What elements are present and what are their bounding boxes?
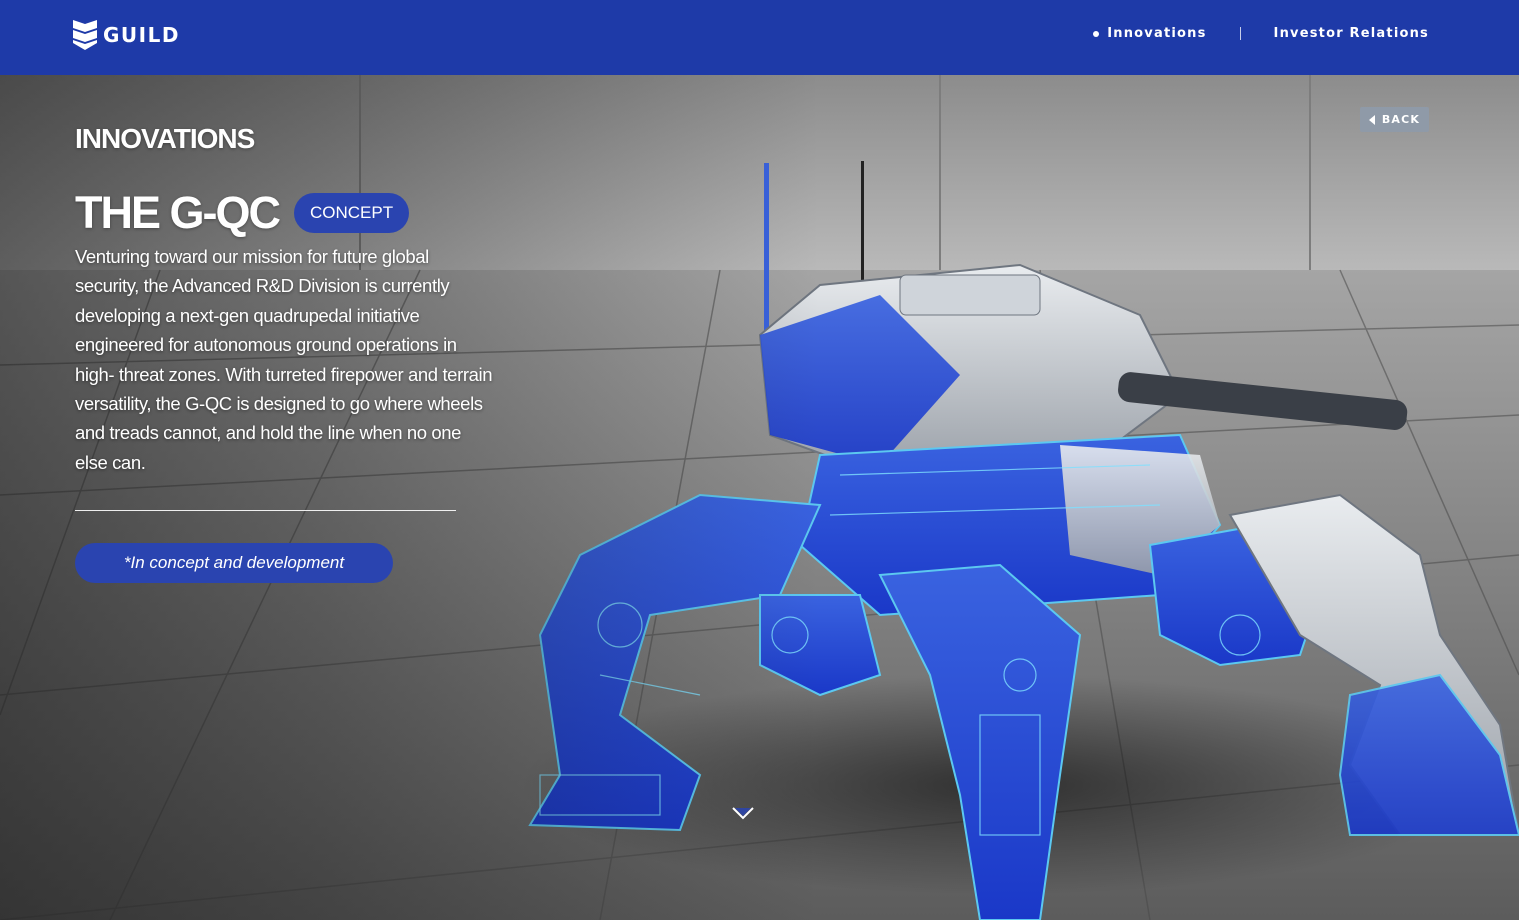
development-note: *In concept and development [75,543,393,583]
back-button-label: BACK [1381,113,1421,126]
site-header: GUILD Innovations Investor Relations [0,0,1519,75]
chevron-down-icon[interactable] [731,806,755,825]
nav-item-investor-relations[interactable]: Investor Relations [1274,26,1429,41]
product-title: THE G-QC [75,187,281,238]
guild-logo[interactable]: GUILD [71,18,180,52]
active-dot-icon [1093,30,1100,37]
nav-item-innovations[interactable]: Innovations [1093,26,1206,41]
content-divider [75,510,456,511]
shield-chevron-icon [73,20,97,50]
nav-item-label: Innovations [1107,26,1207,41]
status-badge: CONCEPT [294,193,410,233]
caret-left-icon [1368,114,1375,125]
section-heading: INNOVATIONS [75,123,255,154]
brand-name: GUILD [103,23,180,47]
nav-item-label: Investor Relations [1273,26,1429,41]
product-description: Venturing toward our mission for future … [75,246,493,473]
back-button[interactable]: BACK [1360,107,1429,132]
nav-divider [1239,27,1241,40]
title-row: THE G-QC CONCEPT [75,186,410,240]
main-nav: Innovations Investor Relations [1093,26,1429,41]
